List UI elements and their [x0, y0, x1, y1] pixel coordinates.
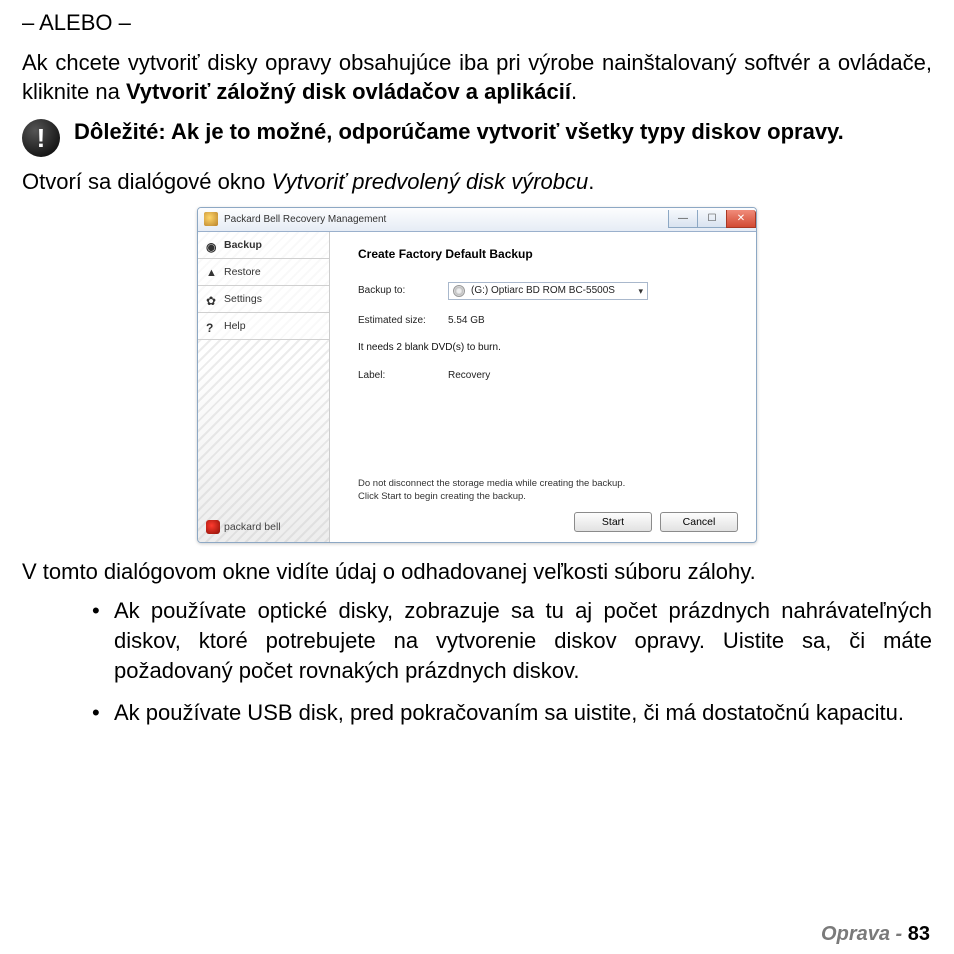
label-estimated-size: Estimated size: — [358, 314, 448, 328]
backup-icon — [206, 239, 218, 251]
minimize-button[interactable]: — — [668, 210, 698, 228]
info-line-1: Do not disconnect the storage media whil… — [358, 478, 738, 491]
value-estimated-size: 5.54 GB — [448, 314, 485, 328]
app-icon — [204, 212, 218, 226]
info-block: Do not disconnect the storage media whil… — [358, 478, 738, 532]
text: . — [571, 79, 577, 104]
window-controls: — ☐ ✕ — [669, 210, 756, 228]
sidebar-item-settings[interactable]: Settings — [198, 286, 329, 313]
titlebar: Packard Bell Recovery Management — ☐ ✕ — [198, 208, 756, 232]
main-panel: Create Factory Default Backup Backup to:… — [330, 232, 756, 542]
list-item: Ak používate USB disk, pred pokračovaním… — [92, 698, 932, 728]
dvd-count-note: It needs 2 blank DVD(s) to burn. — [358, 341, 738, 355]
footer-page-number: 83 — [908, 923, 930, 945]
heading-alebo: – ALEBO – — [22, 8, 932, 38]
sidebar-item-label: Restore — [224, 265, 261, 279]
panel-heading: Create Factory Default Backup — [358, 246, 738, 262]
italic-text: Vytvoriť predvolený disk výrobcu — [271, 169, 588, 194]
sidebar-item-label: Help — [224, 319, 246, 333]
maximize-button[interactable]: ☐ — [697, 210, 727, 228]
paragraph-after-shot: V tomto dialógovom okne vidíte údaj o od… — [22, 557, 932, 587]
sidebar-item-label: Backup — [224, 238, 262, 252]
brand-logo-icon — [206, 520, 220, 534]
window-title: Packard Bell Recovery Management — [224, 213, 386, 227]
bullet-list: Ak používate optické disky, zobrazuje sa… — [22, 596, 932, 727]
text: Otvorí sa dialógové okno — [22, 169, 271, 194]
value-label: Recovery — [448, 369, 490, 383]
sidebar: Backup Restore Settings Help packard bel… — [198, 232, 330, 542]
label-label: Label: — [358, 369, 448, 383]
brand-footer: packard bell — [198, 514, 329, 542]
info-line-2: Click Start to begin creating the backup… — [358, 491, 738, 504]
bold-text: Vytvoriť záložný disk ovládačov a apliká… — [126, 79, 571, 104]
drive-select[interactable]: (G:) Optiarc BD ROM BC-5500S ▾ — [448, 282, 648, 300]
chevron-down-icon: ▾ — [638, 285, 643, 297]
restore-icon — [206, 266, 218, 278]
cancel-button[interactable]: Cancel — [660, 512, 738, 532]
screenshot-container: Packard Bell Recovery Management — ☐ ✕ B… — [22, 207, 932, 543]
help-icon — [206, 320, 218, 332]
settings-icon — [206, 293, 218, 305]
paragraph-dialog: Otvorí sa dialógové okno Vytvoriť predvo… — [22, 167, 932, 197]
paragraph-intro: Ak chcete vytvoriť disky opravy obsahujú… — [22, 48, 932, 107]
important-text: Dôležité: Ak je to možné, odporúčame vyt… — [74, 117, 932, 147]
important-note: ! Dôležité: Ak je to možné, odporúčame v… — [22, 117, 932, 157]
brand-name: packard bell — [224, 520, 281, 534]
sidebar-item-label: Settings — [224, 292, 262, 306]
sidebar-item-backup[interactable]: Backup — [198, 232, 329, 259]
close-button[interactable]: ✕ — [726, 210, 756, 228]
app-window: Packard Bell Recovery Management — ☐ ✕ B… — [197, 207, 757, 543]
page-footer: Oprava - 83 — [821, 921, 930, 948]
sidebar-item-restore[interactable]: Restore — [198, 259, 329, 286]
label-backup-to: Backup to: — [358, 284, 448, 298]
sidebar-item-help[interactable]: Help — [198, 313, 329, 340]
start-button[interactable]: Start — [574, 512, 652, 532]
drive-select-value: (G:) Optiarc BD ROM BC-5500S — [471, 284, 615, 298]
list-item: Ak používate optické disky, zobrazuje sa… — [92, 596, 932, 685]
footer-section: Oprava - — [821, 923, 908, 945]
disc-icon — [453, 285, 465, 297]
exclamation-icon: ! — [22, 119, 60, 157]
text: . — [588, 169, 594, 194]
